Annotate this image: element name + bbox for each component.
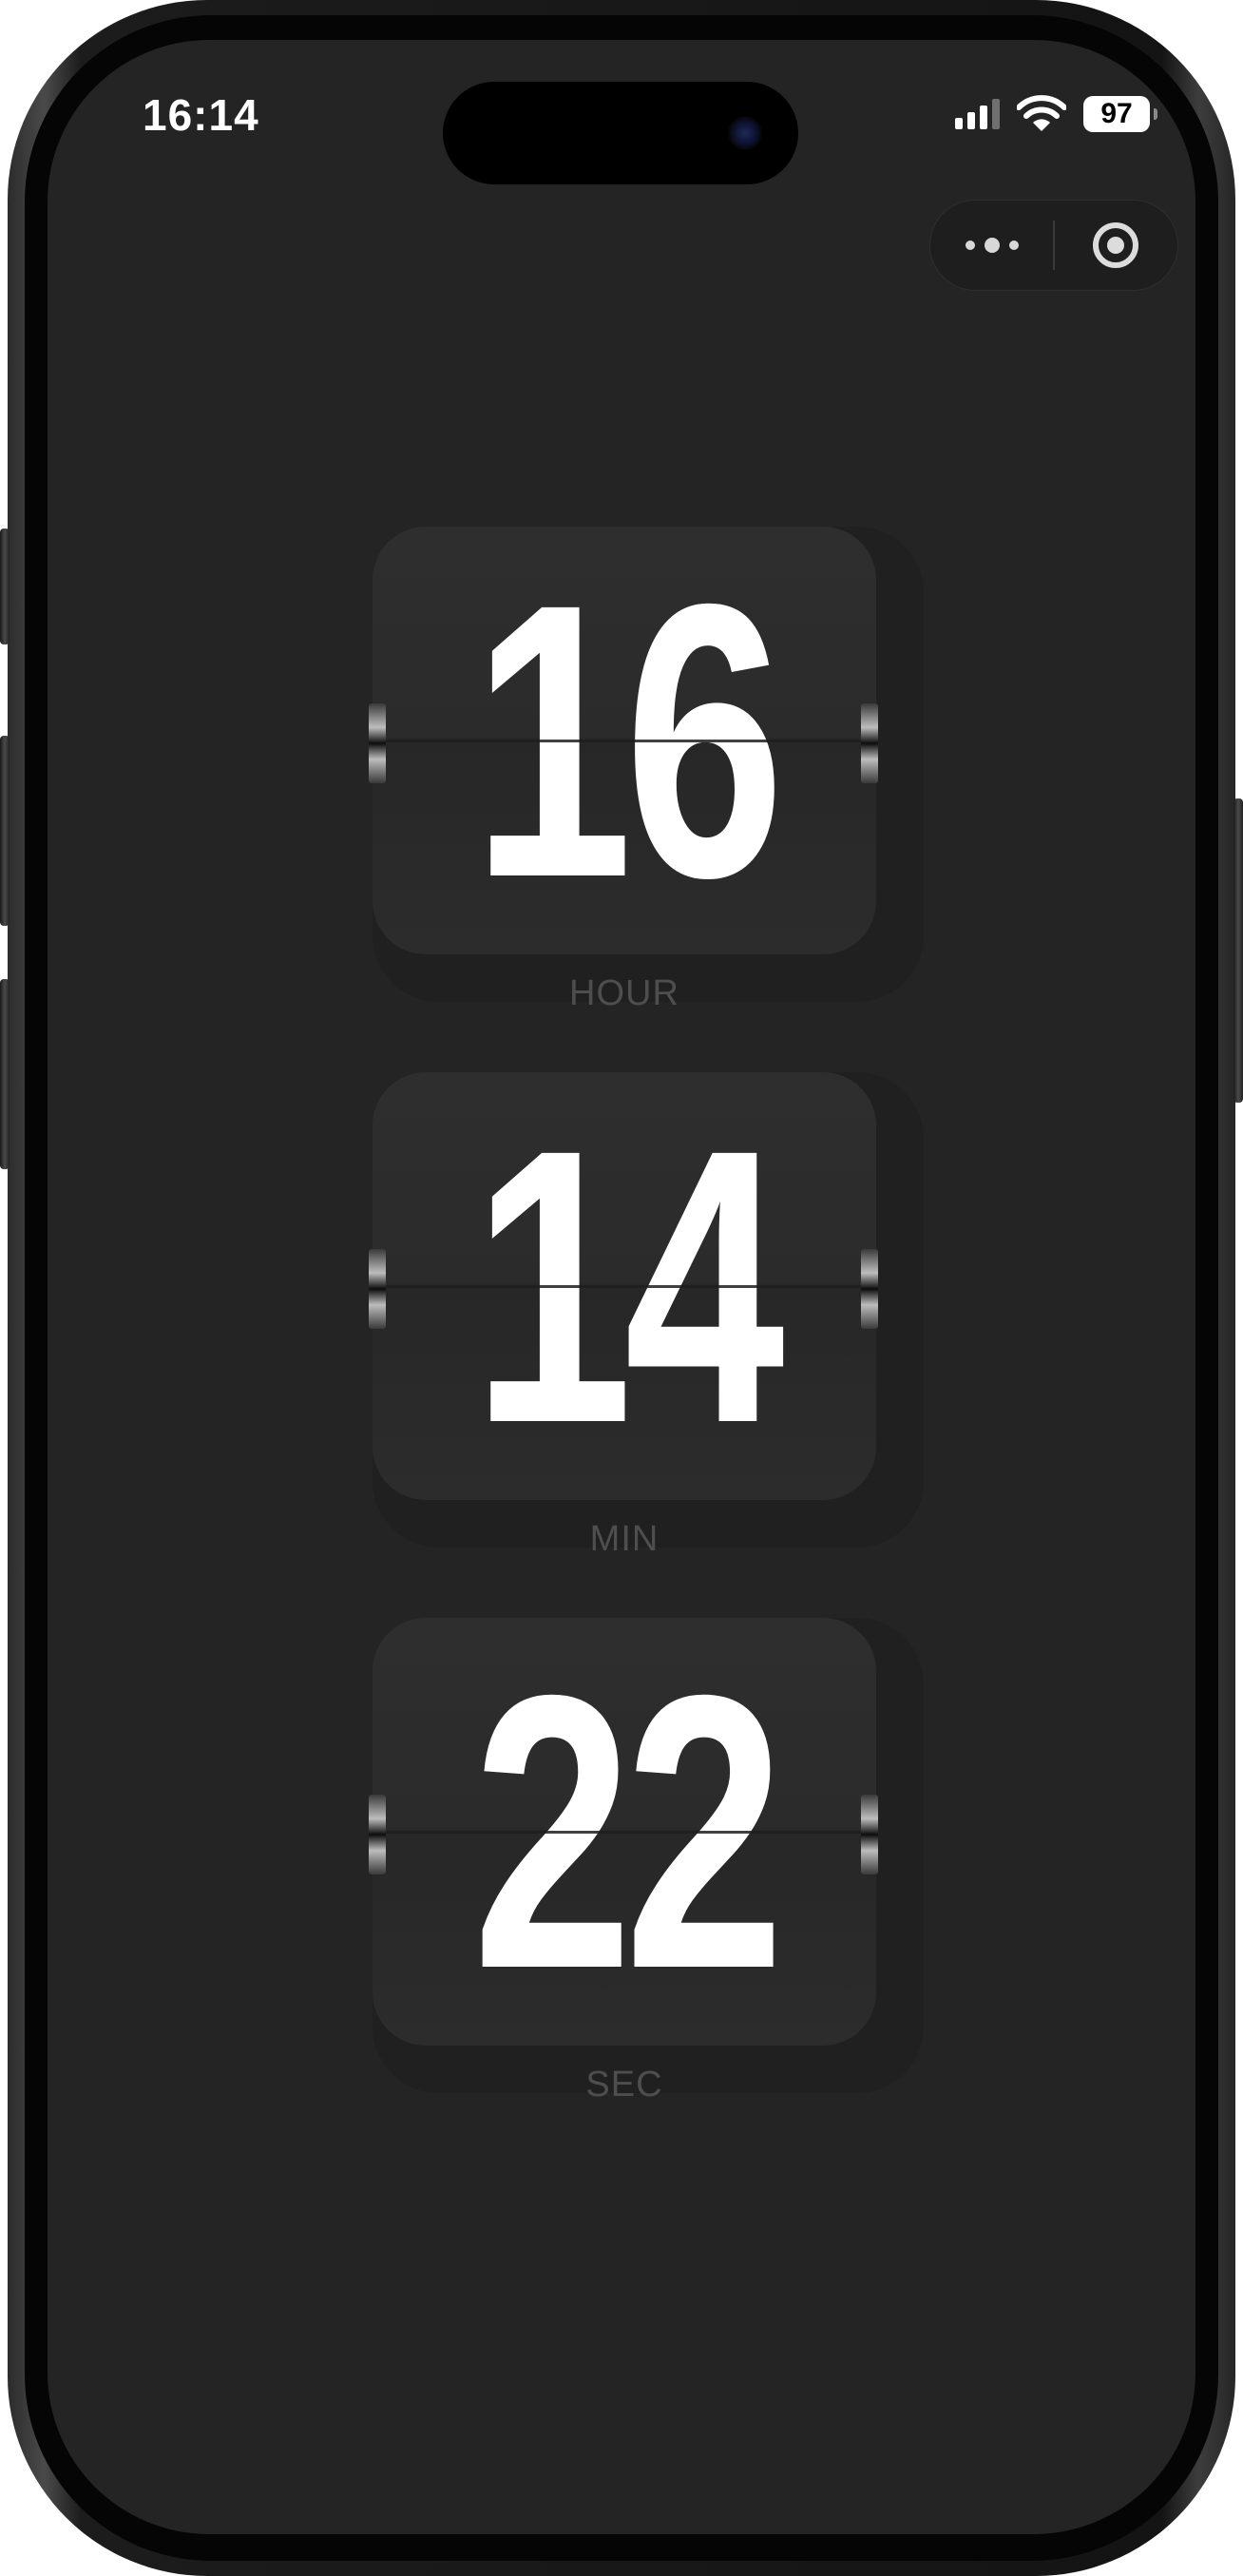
battery-icon: 97 (1083, 96, 1157, 132)
card-seam (373, 1285, 876, 1288)
hour-label: HOUR (569, 973, 679, 1013)
flip-unit-min: 14 MIN (369, 1072, 924, 1567)
status-indicators: 97 (955, 93, 1157, 135)
mini-program-capsule (929, 200, 1178, 291)
battery-level: 97 (1100, 98, 1133, 129)
hinge-left (369, 703, 386, 783)
close-button[interactable] (1055, 201, 1177, 290)
target-close-icon (1093, 222, 1139, 268)
flip-unit-sec: 22 SEC (369, 1618, 924, 2112)
dynamic-island (443, 82, 798, 184)
more-dots-icon (984, 238, 1000, 253)
flip-card-hour: 16 (373, 527, 876, 954)
flip-card-min: 14 (373, 1072, 876, 1500)
hinge-left (369, 1795, 386, 1874)
card-seam (373, 740, 876, 742)
volume-down-button (0, 979, 10, 1169)
screen: 16:14 97 16 HOUR 14 MIN 22 SEC (48, 40, 1195, 2534)
flip-card-sec: 22 (373, 1618, 876, 2046)
card-seam (373, 1831, 876, 1834)
power-button (1233, 798, 1243, 1103)
hinge-right (861, 1795, 878, 1874)
action-button (0, 529, 10, 644)
hinge-left (369, 1249, 386, 1329)
status-time: 16:14 (143, 90, 259, 140)
more-dots-icon (1008, 240, 1019, 250)
more-dots-icon (965, 240, 975, 250)
volume-up-button (0, 736, 10, 926)
camera-icon (728, 116, 762, 150)
signal-icon (955, 99, 1000, 129)
flip-unit-hour: 16 HOUR (369, 527, 924, 1021)
hinge-right (861, 703, 878, 783)
wifi-icon (1017, 95, 1066, 131)
sec-label: SEC (585, 2065, 663, 2105)
more-button[interactable] (930, 201, 1053, 290)
min-label: MIN (589, 1519, 660, 1559)
hinge-right (861, 1249, 878, 1329)
